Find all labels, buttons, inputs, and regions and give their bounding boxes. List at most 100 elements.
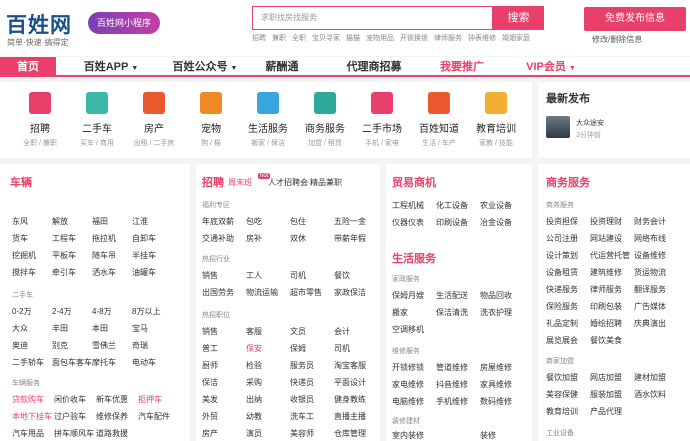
publish-button[interactable]: 免费发布信息	[584, 7, 686, 31]
nav-agent[interactable]: 代理商招募	[338, 57, 410, 77]
panel-link[interactable]: 销售	[202, 326, 218, 337]
hot-search-link[interactable]: 兼职	[272, 33, 286, 43]
site-logo[interactable]: 百姓网	[6, 9, 72, 39]
panel-link[interactable]: 保安	[246, 343, 262, 354]
panel-link[interactable]: 网店加盟	[590, 372, 622, 383]
hot-search-link[interactable]: 开锁换锁	[400, 33, 428, 43]
panel-link[interactable]: 包吃	[246, 216, 262, 227]
panel-link[interactable]: 淘宝客服	[334, 360, 366, 371]
panel-link[interactable]: 闲价收车	[54, 394, 86, 405]
panel-link[interactable]: 司机	[290, 270, 306, 281]
panel-link[interactable]: 汽车用品	[12, 428, 44, 439]
category-7[interactable]: 百姓知道 生活 / 车产	[411, 92, 467, 148]
panel-link[interactable]: 婚绘招聘	[590, 318, 622, 329]
panel-link[interactable]: 展览展会	[546, 335, 578, 346]
panel-link[interactable]: 空调移机	[392, 324, 424, 335]
panel-link[interactable]: 服务员	[290, 360, 314, 371]
panel-title[interactable]: 生活服务	[392, 250, 436, 266]
panel-link[interactable]: 宝马	[132, 323, 148, 334]
nav-salary[interactable]: 薪酬通	[258, 57, 306, 77]
panel-link[interactable]: 家电维修	[392, 379, 424, 390]
panel-link[interactable]: 建筑维修	[590, 267, 622, 278]
panel-link[interactable]: 超市零售	[290, 287, 322, 298]
panel-link[interactable]: 演员	[246, 428, 262, 439]
category-2[interactable]: 房产 出租 / 二手房	[126, 92, 182, 148]
panel-link[interactable]: 管道维修	[436, 362, 468, 373]
news-item[interactable]: 大众途安	[576, 118, 604, 128]
panel-link[interactable]: 福田	[92, 216, 108, 227]
news-thumbnail[interactable]	[546, 116, 570, 138]
panel-link[interactable]: 幼教	[246, 411, 262, 422]
search-input[interactable]: 求职找房找服务	[261, 7, 317, 29]
nav-home[interactable]: 首页	[0, 57, 56, 77]
panel-link[interactable]: 餐饮	[334, 270, 350, 281]
panel-link[interactable]: 检验	[246, 360, 262, 371]
hot-search-link[interactable]: 钟表维修	[468, 33, 496, 43]
nav-promote[interactable]: 我要推广	[432, 57, 492, 77]
panel-link[interactable]: 电动车	[132, 357, 156, 368]
panel-link[interactable]: 代运营托管	[590, 250, 630, 261]
nav-wechat[interactable]: 百姓公众号 ▼	[158, 57, 252, 77]
panel-link[interactable]: 保姆	[290, 343, 306, 354]
panel-link[interactable]: 数码维修	[480, 396, 512, 407]
panel-link[interactable]: 工程车	[52, 233, 76, 244]
panel-link[interactable]: 物品回收	[480, 290, 512, 301]
panel-link[interactable]: 教育培训	[546, 406, 578, 417]
panel-link[interactable]: 8万以上	[132, 306, 160, 317]
panel-link[interactable]: 外贸	[202, 411, 218, 422]
panel-link[interactable]: 搬家	[392, 307, 408, 318]
panel-link[interactable]: 出纳	[246, 394, 262, 405]
panel-link[interactable]: 房屋维修	[480, 362, 512, 373]
panel-link[interactable]: 出国劳务	[202, 287, 234, 298]
panel-link[interactable]: 物流运输	[246, 287, 278, 298]
panel-link[interactable]: 开锁修锁	[392, 362, 424, 373]
panel-link[interactable]: 解放	[52, 216, 68, 227]
panel-link[interactable]: 仓库管理	[334, 428, 366, 439]
panel-link[interactable]: 年底双薪	[202, 216, 234, 227]
panel-link[interactable]: 手机维修	[436, 396, 468, 407]
jobs-tab-weekend[interactable]: 周末班	[228, 177, 252, 188]
panel-link[interactable]: 销售	[202, 270, 218, 281]
panel-link[interactable]: 会计	[334, 326, 350, 337]
panel-link[interactable]: 拒押车	[138, 394, 162, 405]
panel-link[interactable]: 网站建设	[590, 233, 622, 244]
panel-link[interactable]: 大众	[12, 323, 28, 334]
panel-link[interactable]: 印刷设备	[436, 217, 468, 228]
panel-link[interactable]: 随车吊	[92, 250, 116, 261]
panel-link[interactable]: 奇瑞	[132, 340, 148, 351]
manage-link[interactable]: 修改/删除信息	[592, 34, 642, 45]
panel-link[interactable]: 快递服务	[546, 284, 578, 295]
panel-link[interactable]: 工人	[246, 270, 262, 281]
panel-link[interactable]: 餐饮美食	[590, 335, 622, 346]
panel-link[interactable]: 平板车	[52, 250, 76, 261]
panel-link[interactable]: 丰田	[52, 323, 68, 334]
search-button[interactable]: 搜索	[493, 6, 544, 30]
panel-link[interactable]: 餐饮加盟	[546, 372, 578, 383]
panel-link[interactable]: 牵引车	[52, 267, 76, 278]
panel-link[interactable]: 搅拌车	[12, 267, 36, 278]
panel-link[interactable]: 设备维修	[634, 250, 666, 261]
panel-link[interactable]: 装修	[480, 430, 496, 441]
panel-link[interactable]: 庆典演出	[634, 318, 666, 329]
panel-link[interactable]: 带薪年假	[334, 233, 366, 244]
panel-link[interactable]: 律师服务	[590, 284, 622, 295]
panel-link[interactable]: 油罐车	[132, 267, 156, 278]
panel-link[interactable]: 翻译服务	[634, 284, 666, 295]
panel-link[interactable]: 本田	[92, 323, 108, 334]
panel-link[interactable]: 生活配送	[436, 290, 468, 301]
panel-link[interactable]: 平面设计	[334, 377, 366, 388]
panel-title[interactable]: 车辆	[10, 174, 32, 190]
panel-link[interactable]: 奥迪	[12, 340, 28, 351]
panel-link[interactable]: 设计策划	[546, 250, 578, 261]
panel-link[interactable]: 房产	[202, 428, 218, 439]
panel-link[interactable]: 服装加盟	[590, 389, 622, 400]
panel-link[interactable]: 美容保健	[546, 389, 578, 400]
panel-link[interactable]: 投资理财	[590, 216, 622, 227]
panel-link[interactable]: 抖音维修	[436, 379, 468, 390]
panel-link[interactable]: 保险服务	[546, 301, 578, 312]
category-6[interactable]: 二手市场 手机 / 家电	[354, 92, 410, 148]
panel-link[interactable]: 过户验车	[54, 411, 86, 422]
panel-link[interactable]: 半挂车	[132, 250, 156, 261]
panel-link[interactable]: 印刷包装	[590, 301, 622, 312]
panel-link[interactable]: 冶金设备	[480, 217, 512, 228]
